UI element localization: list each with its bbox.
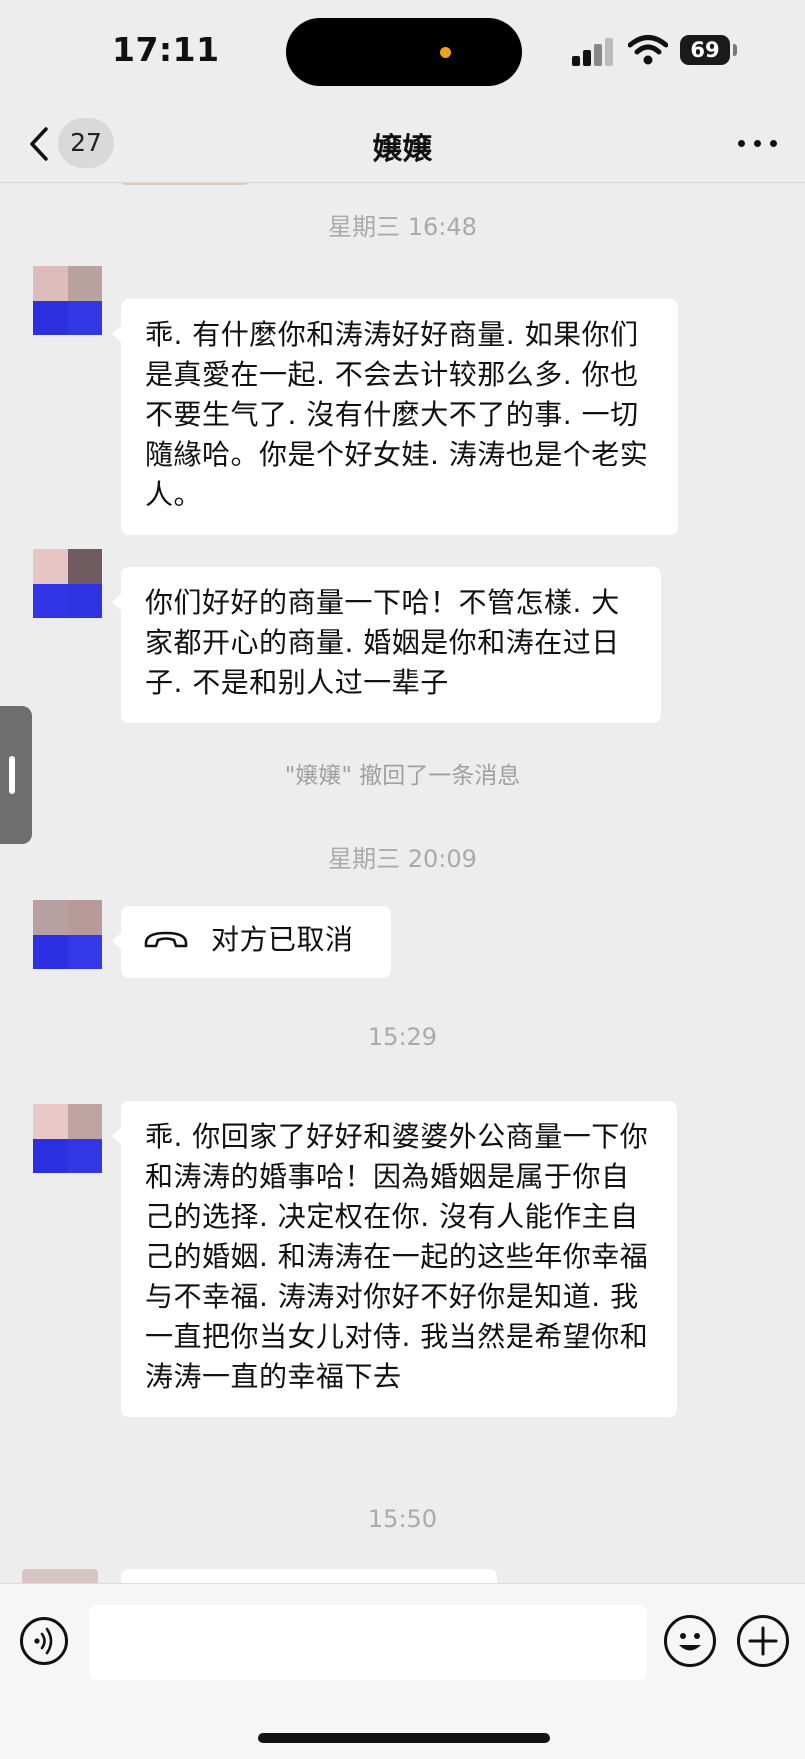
avatar[interactable] <box>33 900 102 969</box>
message-bubble-partial[interactable] <box>121 1569 497 1583</box>
timestamp: 15:50 <box>367 1505 438 1533</box>
timestamp: 星期三 16:48 <box>328 213 477 241</box>
signal-icon <box>572 36 616 66</box>
more-icon[interactable] <box>738 140 778 148</box>
battery-icon: 69 <box>680 35 730 65</box>
call-cancelled-bubble[interactable]: 对方已取消 <box>112 906 391 978</box>
recall-notice: "嬢嬢" 撤回了一条消息 <box>284 763 521 789</box>
status-time: 17:11 <box>112 30 220 69</box>
avatar[interactable] <box>22 1569 98 1583</box>
timestamp: 15:29 <box>367 1023 438 1051</box>
dynamic-island <box>286 18 522 86</box>
battery-tip <box>733 44 737 56</box>
message-list[interactable]: 星期三 16:48 乖. 有什麼你和涛涛好好商量. 如果你们是真愛在一起. 不会… <box>0 183 805 1583</box>
message-bubble[interactable]: 你们好好的商量一下哈！不管怎樣. 大家都开心的商量. 婚姻是你和涛在过日子. 不… <box>112 567 661 723</box>
avatar[interactable] <box>33 1104 102 1173</box>
message-bubble[interactable]: 乖. 有什麼你和涛涛好好商量. 如果你们是真愛在一起. 不会去计较那么多. 你也… <box>112 299 678 535</box>
phone-hangup-icon <box>144 931 188 948</box>
voice-icon[interactable] <box>20 1617 68 1665</box>
timestamp: 星期三 20:09 <box>328 845 477 873</box>
clipped-avatar <box>120 183 250 185</box>
floating-window-handle[interactable] <box>0 706 32 844</box>
home-indicator <box>258 1733 550 1743</box>
chat-title: 嬢嬢 <box>372 132 433 167</box>
message-bubble[interactable]: 乖. 你回家了好好和婆婆外公商量一下你和涛涛的婚事哈！因為婚姻是属于你自己的选择… <box>112 1101 677 1417</box>
chat-header: 27 嬢嬢 <box>0 106 805 183</box>
emoji-icon[interactable] <box>664 1615 716 1667</box>
call-status-text: 对方已取消 <box>211 923 354 956</box>
message-input[interactable] <box>89 1605 647 1680</box>
avatar[interactable] <box>33 266 102 335</box>
wifi-icon <box>628 35 668 65</box>
plus-icon[interactable] <box>737 1615 789 1667</box>
status-bar: 17:11 69 <box>0 0 805 106</box>
avatar[interactable] <box>33 549 102 618</box>
